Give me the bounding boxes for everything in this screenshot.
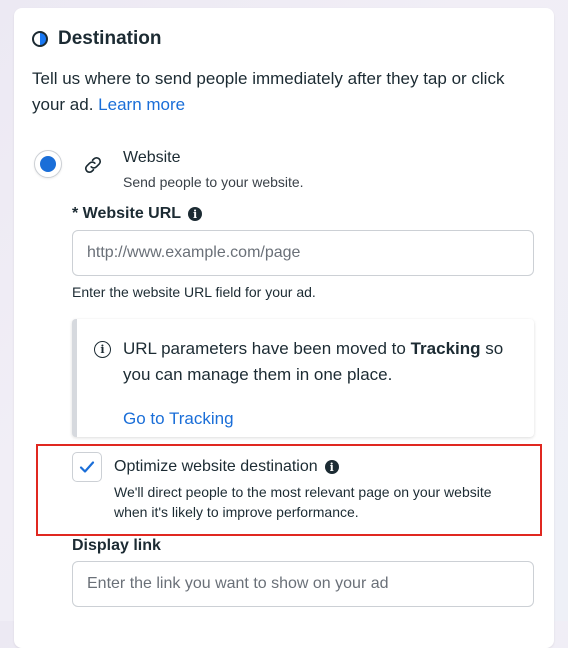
website-url-helper: Enter the website URL field for your ad. <box>72 284 316 300</box>
display-link-label: Display link <box>72 537 161 554</box>
website-url-label: * Website URL i <box>72 205 203 223</box>
optimize-checkbox[interactable] <box>72 452 102 482</box>
section-title: Destination <box>58 28 162 49</box>
website-radio[interactable] <box>34 150 62 178</box>
website-url-input[interactable] <box>72 230 534 276</box>
card-header: Destination <box>32 28 161 50</box>
display-link-input[interactable] <box>72 561 534 607</box>
half-circle-icon <box>32 31 48 47</box>
optimize-description: We'll direct people to the most relevant… <box>114 484 492 520</box>
notice-text-bold: Tracking <box>410 339 481 358</box>
website-option-subtitle: Send people to your website. <box>123 174 304 190</box>
link-icon <box>84 156 102 174</box>
tracking-notice: i URL parameters have been moved to Trac… <box>72 319 534 437</box>
destination-card: Destination Tell us where to send people… <box>14 8 554 648</box>
learn-more-link[interactable]: Learn more <box>98 95 185 114</box>
radio-selected-dot <box>40 156 56 172</box>
section-description: Tell us where to send people immediately… <box>32 66 522 118</box>
optimize-title-text: Optimize website destination <box>114 458 318 475</box>
optimize-title: Optimize website destination i <box>114 458 339 476</box>
tracking-notice-text: URL parameters have been moved to Tracki… <box>123 336 523 388</box>
website-option-title: Website <box>123 149 181 166</box>
check-icon <box>79 461 95 473</box>
go-to-tracking-link[interactable]: Go to Tracking <box>123 409 234 429</box>
website-url-label-text: * Website URL <box>72 205 182 222</box>
info-circle-icon: i <box>94 341 111 358</box>
notice-text-before: URL parameters have been moved to <box>123 339 411 358</box>
info-icon[interactable]: i <box>324 460 339 474</box>
info-icon[interactable]: i <box>188 207 203 221</box>
